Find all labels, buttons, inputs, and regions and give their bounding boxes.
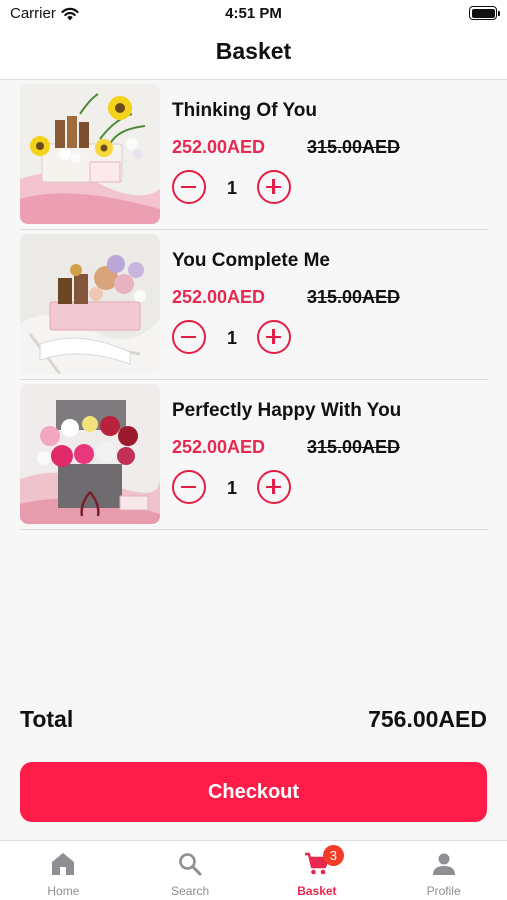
- discount-price: 252.00AED: [172, 437, 266, 457]
- product-name[interactable]: Thinking Of You: [172, 100, 317, 122]
- decrease-quantity-button[interactable]: [172, 320, 206, 354]
- minus-icon: [181, 335, 196, 338]
- quantity-value: 1: [226, 328, 237, 348]
- person-icon: [432, 853, 455, 875]
- tab-search[interactable]: Search: [127, 841, 254, 900]
- original-price: 315.00AED: [307, 437, 401, 457]
- search-icon: [179, 853, 202, 876]
- tab-home[interactable]: Home: [0, 841, 127, 900]
- discount-price: 252.00AED: [172, 287, 266, 307]
- clock: 4:51 PM: [225, 5, 282, 22]
- tab-label: Home: [47, 884, 80, 898]
- increase-quantity-button[interactable]: [257, 470, 291, 504]
- total-value: 756.00AED: [368, 706, 487, 732]
- tab-label: Search: [171, 884, 210, 898]
- basket-item: Perfectly Happy With You 252.00AED 315.0…: [20, 380, 488, 530]
- decrease-quantity-button[interactable]: [172, 170, 206, 204]
- product-name[interactable]: You Complete Me: [172, 250, 330, 272]
- tab-bar: Home Search 3 Basket Profile: [0, 840, 507, 900]
- quantity-value: 1: [226, 478, 237, 498]
- product-name[interactable]: Perfectly Happy With You: [172, 400, 401, 422]
- product-image[interactable]: [20, 234, 160, 374]
- original-price: 315.00AED: [307, 137, 401, 157]
- quantity-value: 1: [226, 178, 237, 198]
- cart-count-badge: 3: [322, 845, 344, 866]
- home-icon: [52, 853, 75, 875]
- original-price: 315.00AED: [307, 287, 401, 307]
- total-label: Total: [20, 706, 74, 732]
- increase-quantity-button[interactable]: [257, 170, 291, 204]
- increase-quantity-button[interactable]: [257, 320, 291, 354]
- navigation-bar: Basket: [0, 28, 507, 80]
- checkout-button[interactable]: Checkout: [20, 762, 487, 822]
- minus-icon: [181, 185, 196, 188]
- tab-profile[interactable]: Profile: [380, 841, 507, 900]
- minus-icon: [181, 485, 196, 488]
- tab-label: Profile: [426, 884, 461, 898]
- tab-basket[interactable]: 3 Basket: [254, 841, 381, 900]
- product-image[interactable]: [20, 84, 160, 224]
- page-title: Basket: [215, 38, 292, 64]
- status-bar: Carrier 4:51 PM: [0, 0, 507, 28]
- basket-list: Thinking Of You 252.00AED 315.00AED 1 Yo…: [20, 80, 488, 530]
- basket-item: You Complete Me 252.00AED 315.00AED 1: [20, 230, 488, 380]
- basket-item: Thinking Of You 252.00AED 315.00AED 1: [20, 80, 488, 230]
- tab-label: Basket: [297, 884, 337, 898]
- product-image[interactable]: [20, 384, 160, 524]
- decrease-quantity-button[interactable]: [172, 470, 206, 504]
- battery-icon: [469, 6, 500, 20]
- discount-price: 252.00AED: [172, 137, 266, 157]
